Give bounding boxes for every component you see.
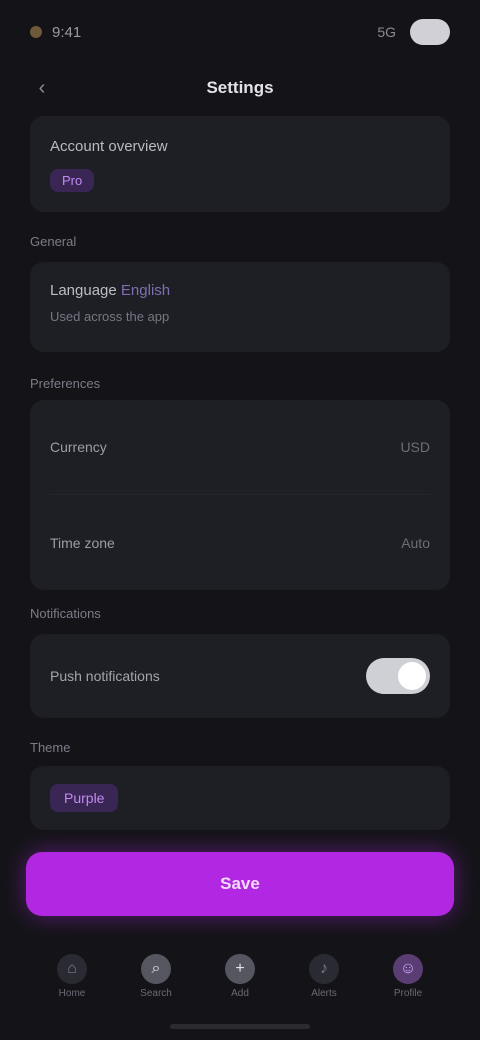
home-icon: ⌂: [57, 953, 87, 984]
settings-screen: 9:41 5G ‹ Settings Account overview Pro …: [0, 0, 480, 1040]
status-dot-icon: [30, 26, 42, 38]
header: ‹ Settings: [0, 64, 480, 112]
notifications-label: Push notifications: [50, 668, 160, 684]
preferences-card: Currency USD Time zone Auto: [30, 400, 450, 590]
preference-row-timezone[interactable]: Time zone Auto: [50, 495, 430, 590]
battery-icon: [410, 19, 450, 45]
notifications-card: Push notifications: [30, 634, 450, 718]
row-label: Time zone: [50, 534, 115, 551]
nav-item-search[interactable]: ⌕ Search: [124, 944, 188, 1008]
bell-icon: ♪: [309, 953, 339, 984]
language-title-row: Language English: [50, 282, 430, 299]
preference-row-currency[interactable]: Currency USD: [50, 400, 430, 495]
status-time: 9:41: [52, 23, 82, 41]
chevron-left-icon: ‹: [38, 77, 46, 99]
language-label: Language: [50, 282, 117, 299]
nav-label: Alerts: [311, 987, 337, 999]
nav-item-alerts[interactable]: ♪ Alerts: [292, 944, 356, 1008]
nav-label: Home: [58, 987, 86, 999]
back-button[interactable]: ‹: [30, 76, 54, 100]
plus-icon: +: [225, 953, 255, 984]
plan-badge: Pro: [50, 169, 95, 192]
theme-card[interactable]: Purple: [30, 766, 450, 830]
section-label-general: General: [30, 234, 77, 249]
status-left: 9:41: [30, 24, 81, 41]
notifications-toggle[interactable]: [366, 658, 430, 694]
home-indicator: [170, 1024, 310, 1029]
section-label-notifications: Notifications: [30, 606, 101, 621]
language-card[interactable]: Language English Used across the app: [30, 262, 450, 352]
account-card[interactable]: Account overview Pro: [30, 116, 450, 212]
nav-label: Add: [231, 987, 249, 999]
language-value: English: [120, 282, 171, 299]
nav-label: Search: [140, 987, 172, 999]
nav-label: Profile: [393, 987, 423, 999]
user-icon: ☺: [393, 953, 423, 984]
row-value: USD: [400, 439, 430, 455]
nav-item-add[interactable]: + Add: [208, 944, 272, 1008]
row-value: Auto: [401, 534, 430, 551]
account-card-title: Account overview: [50, 138, 168, 155]
page-title: Settings: [206, 78, 274, 97]
theme-chip[interactable]: Purple: [50, 784, 119, 812]
language-subtitle: Used across the app: [50, 309, 170, 324]
section-label-preferences: Preferences: [30, 376, 101, 391]
save-button[interactable]: Save: [26, 852, 454, 916]
status-right: 5G: [377, 19, 450, 45]
bottom-nav: ⌂ Home ⌕ Search + Add ♪ Alerts ☺ Profile: [0, 936, 480, 1016]
search-icon: ⌕: [141, 953, 171, 984]
nav-item-home[interactable]: ⌂ Home: [40, 944, 104, 1008]
status-bar: 9:41 5G: [0, 0, 480, 64]
nav-item-profile[interactable]: ☺ Profile: [376, 944, 440, 1008]
status-network: 5G: [377, 24, 396, 40]
section-label-theme: Theme: [30, 740, 71, 755]
row-label: Currency: [50, 439, 107, 455]
